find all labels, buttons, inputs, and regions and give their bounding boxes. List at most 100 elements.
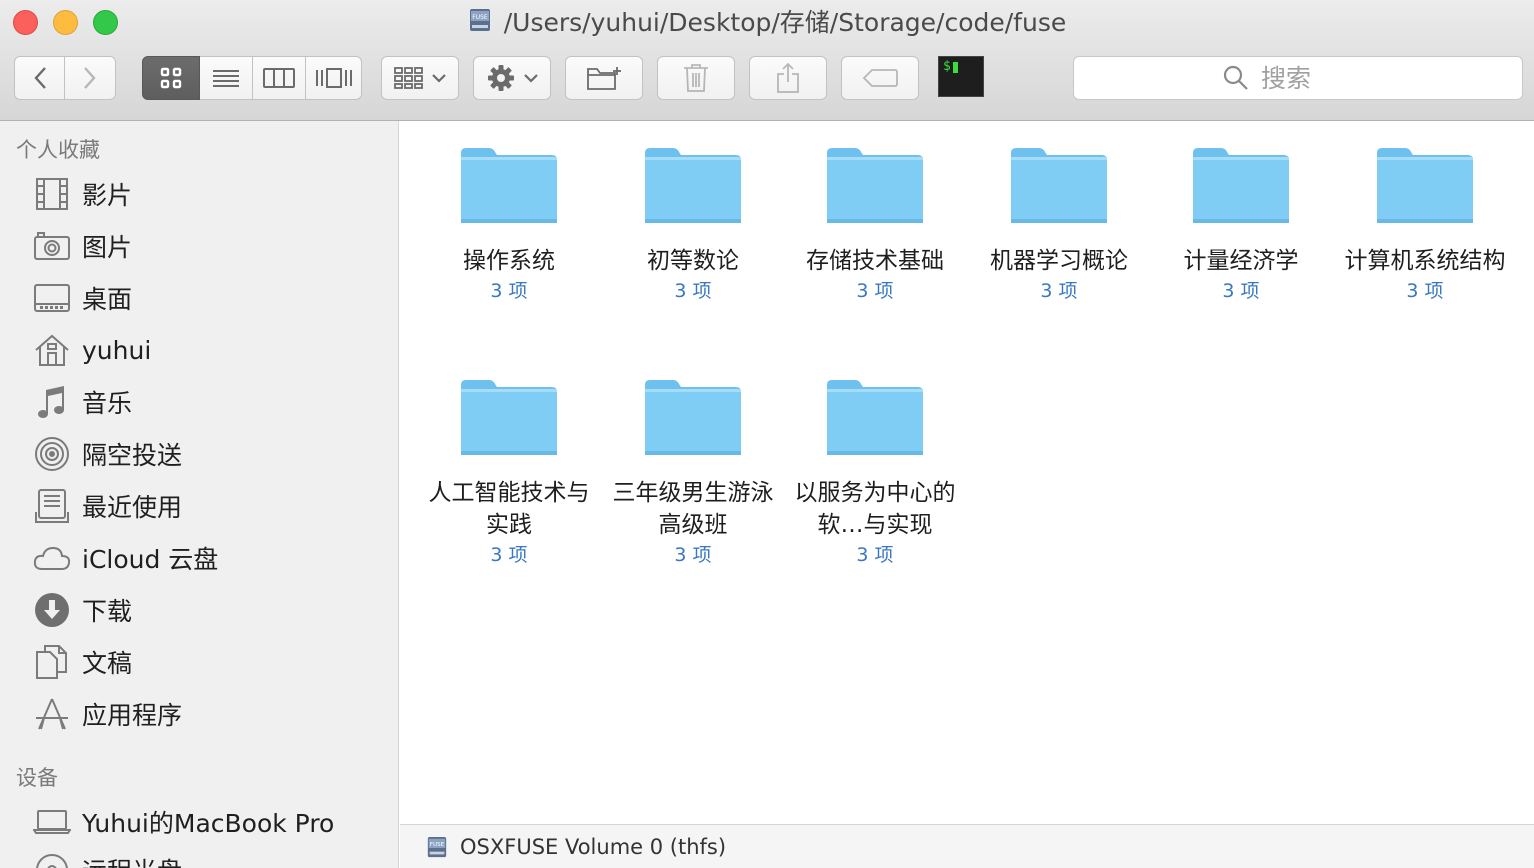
- folder-item[interactable]: 计量经济学 3 项: [1157, 145, 1325, 305]
- folder-icon: [461, 148, 557, 223]
- forward-button[interactable]: [65, 56, 116, 100]
- folder-name: 初等数论: [647, 248, 739, 274]
- folder-icon: [1011, 148, 1107, 223]
- chevron-down-icon: [524, 74, 538, 83]
- camera-icon: [32, 226, 72, 266]
- view-cover-flow-button[interactable]: [306, 56, 362, 100]
- sidebar-item-music[interactable]: 音乐: [0, 379, 398, 425]
- sidebar-item-desktop[interactable]: 桌面: [0, 275, 398, 321]
- group-by-button[interactable]: [381, 56, 459, 100]
- folder-icon: [461, 380, 557, 455]
- search-input[interactable]: [1259, 62, 1373, 94]
- folder-item-count: 3 项: [1040, 280, 1078, 302]
- sidebar: 个人收藏 影片 图片 桌面 yuhui 音乐 隔空投送 最近使用 iCloud …: [0, 121, 399, 868]
- applications-icon: [32, 694, 72, 734]
- tag-button[interactable]: [841, 56, 919, 100]
- home-icon: [32, 330, 72, 370]
- sidebar-item-downloads[interactable]: 下载: [0, 587, 398, 633]
- new-folder-button[interactable]: [565, 56, 643, 100]
- back-button[interactable]: [14, 56, 65, 100]
- sidebar-item-applications[interactable]: 应用程序: [0, 691, 398, 737]
- desktop-icon: [32, 278, 72, 318]
- chevron-right-icon: [84, 67, 96, 89]
- folder-item-count: 3 项: [1222, 280, 1260, 302]
- share-icon: [777, 62, 799, 93]
- sidebar-item-label: yuhui: [82, 335, 152, 365]
- folder-icon: [645, 148, 741, 223]
- folder-item[interactable]: 三年级男生游泳高级班 3 项: [609, 377, 777, 569]
- sidebar-item-remote-disc[interactable]: 远程光盘: [0, 847, 398, 868]
- sidebar-item-recents[interactable]: 最近使用: [0, 483, 398, 529]
- documents-icon: [32, 642, 72, 682]
- folder-name: 存储技术基础: [806, 248, 944, 274]
- sidebar-item-label: 最近使用: [82, 493, 183, 522]
- chevron-left-icon: [33, 67, 46, 89]
- folder-item-count: 3 项: [674, 280, 712, 302]
- folder-item-count: 3 项: [856, 280, 894, 302]
- list-icon: [213, 70, 239, 87]
- tag-icon: [862, 69, 898, 87]
- columns-icon: [263, 68, 295, 88]
- sidebar-item-label: 远程光盘: [82, 852, 182, 868]
- view-icons-button[interactable]: [142, 56, 200, 100]
- download-icon: [32, 590, 72, 630]
- terminal-button[interactable]: $: [938, 56, 984, 97]
- group-grid-icon: [394, 67, 423, 89]
- folder-name: 三年级男生游泳高级班: [612, 480, 774, 538]
- sidebar-item-airdrop[interactable]: 隔空投送: [0, 431, 398, 477]
- file-browser-content: 操作系统 3 项 初等数论 3 项 存储技术基础 3 项 机器学习概论 3 项 …: [400, 121, 1534, 824]
- folder-name: 人工智能技术与实践: [428, 480, 590, 538]
- folder-icon: [827, 380, 923, 455]
- sidebar-item-movies[interactable]: 影片: [0, 171, 398, 217]
- folder-item[interactable]: 操作系统 3 项: [425, 145, 593, 305]
- view-list-button[interactable]: [200, 56, 253, 100]
- search-field[interactable]: [1073, 56, 1523, 100]
- folder-item[interactable]: 机器学习概论 3 项: [975, 145, 1143, 305]
- finder-window: FUSE /Users/yuhui/Desktop/存储/Storage/cod…: [0, 0, 1534, 868]
- folder-icon: [1193, 148, 1289, 223]
- sidebar-item-label: 隔空投送: [82, 441, 183, 470]
- view-columns-button[interactable]: [253, 56, 306, 100]
- sidebar-item-label: 应用程序: [82, 701, 183, 730]
- airdrop-icon: [32, 434, 72, 474]
- folder-item-count: 3 项: [856, 544, 894, 566]
- sidebar-item-label: 桌面: [82, 285, 133, 314]
- share-button[interactable]: [749, 56, 827, 100]
- sidebar-item-label: 音乐: [82, 389, 133, 418]
- folder-name: 机器学习概论: [990, 248, 1128, 274]
- folder-name: 操作系统: [463, 248, 555, 274]
- folder-item-count: 3 项: [674, 544, 712, 566]
- trash-icon: [684, 64, 708, 92]
- sidebar-item-icloud[interactable]: iCloud 云盘: [0, 535, 398, 581]
- music-icon: [32, 382, 72, 422]
- laptop-icon: [32, 802, 72, 842]
- cloud-icon: [32, 538, 72, 578]
- toolbar-area: FUSE /Users/yuhui/Desktop/存储/Storage/cod…: [0, 0, 1534, 121]
- action-button[interactable]: [473, 56, 551, 100]
- path-bar-volume-label[interactable]: OSXFUSE Volume 0 (thfs): [460, 835, 726, 859]
- folder-name: 以服务为中心的软…与实现: [794, 480, 956, 538]
- folder-item[interactable]: 初等数论 3 项: [609, 145, 777, 305]
- folder-item[interactable]: 计算机系统结构 3 项: [1341, 145, 1509, 305]
- folder-item-count: 3 项: [490, 280, 528, 302]
- recents-icon: [32, 486, 72, 526]
- sidebar-item-documents[interactable]: 文稿: [0, 639, 398, 685]
- folder-item[interactable]: 以服务为中心的软…与实现 3 项: [791, 377, 959, 569]
- sidebar-item-home[interactable]: yuhui: [0, 327, 398, 373]
- window-title-bar: FUSE /Users/yuhui/Desktop/存储/Storage/cod…: [0, 6, 1534, 40]
- folder-item[interactable]: 存储技术基础 3 项: [791, 145, 959, 305]
- trash-button[interactable]: [657, 56, 735, 100]
- svg-text:FUSE: FUSE: [472, 14, 488, 21]
- window-title: /Users/yuhui/Desktop/存储/Storage/code/fus…: [503, 8, 1067, 37]
- sidebar-item-label: 影片: [82, 181, 133, 210]
- folder-item[interactable]: 人工智能技术与实践 3 项: [425, 377, 593, 569]
- fuse-volume-icon: FUSE: [469, 9, 490, 31]
- sidebar-item-pictures[interactable]: 图片: [0, 223, 398, 269]
- film-icon: [32, 174, 72, 214]
- sidebar-item-macbook[interactable]: Yuhui的MacBook Pro: [0, 799, 398, 845]
- sidebar-item-label: iCloud 云盘: [82, 545, 219, 574]
- terminal-cursor-icon: [953, 62, 958, 73]
- folder-item-count: 3 项: [1406, 280, 1444, 302]
- svg-text:FUSE: FUSE: [430, 842, 445, 848]
- folder-item-count: 3 项: [490, 544, 528, 566]
